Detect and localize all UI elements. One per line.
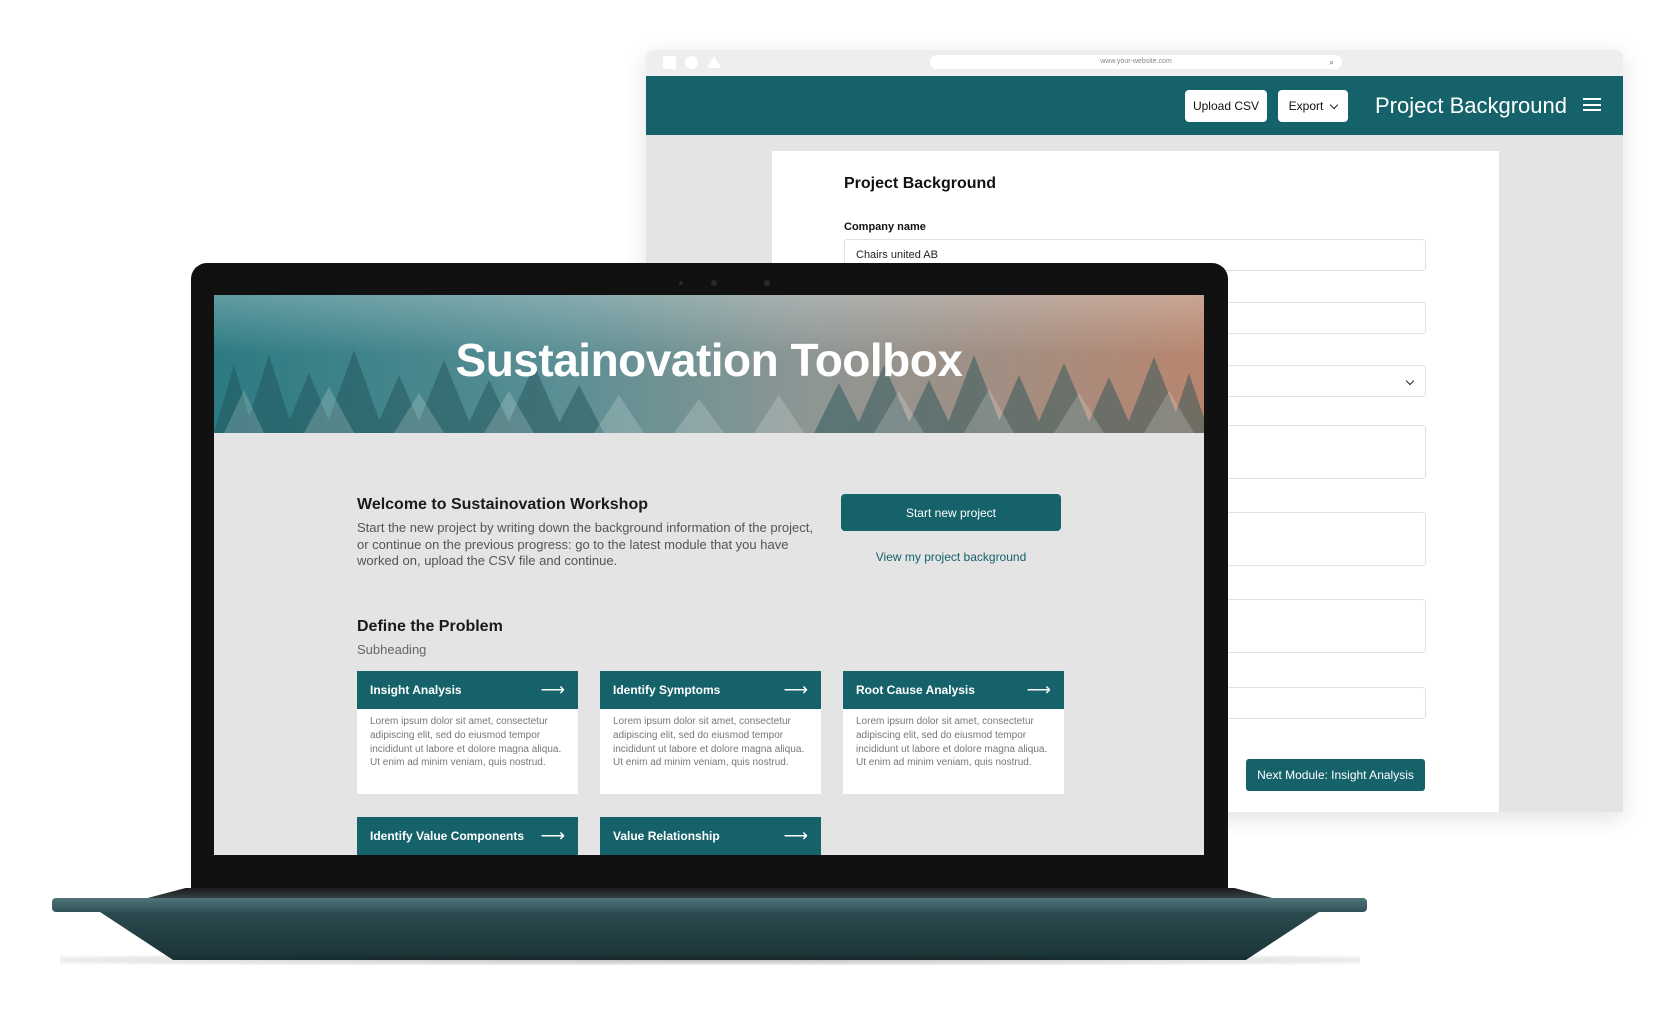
- module-title: Identify Value Components: [370, 829, 525, 843]
- search-icon[interactable]: ⌕: [1329, 55, 1334, 69]
- module-title: Identify Symptoms: [613, 683, 721, 697]
- start-new-project-button[interactable]: Start new project: [841, 494, 1061, 531]
- module-header[interactable]: Insight Analysis ⟶: [357, 671, 578, 709]
- welcome-title: Welcome to Sustainovation Workshop: [357, 496, 648, 513]
- arrow-right-icon: ⟶: [540, 826, 565, 845]
- module-title: Insight Analysis: [370, 683, 462, 697]
- chevron-down-icon: [1405, 376, 1415, 386]
- module-card-identify-symptoms[interactable]: Identify Symptoms ⟶ Lorem ipsum dolor si…: [600, 671, 821, 794]
- module-title: Root Cause Analysis: [856, 683, 975, 697]
- next-module-button[interactable]: Next Module: Insight Analysis: [1246, 759, 1425, 791]
- laptop-shadow: [60, 955, 1360, 965]
- header-title: Project Background: [1375, 93, 1567, 118]
- arrow-right-icon: ⟶: [1026, 680, 1051, 699]
- module-header[interactable]: Root Cause Analysis ⟶: [843, 671, 1064, 709]
- upload-csv-label: Upload CSV: [1192, 99, 1260, 113]
- next-module-label: Next Module: Insight Analysis: [1257, 768, 1414, 782]
- upload-csv-button[interactable]: Upload CSV: [1185, 90, 1267, 122]
- module-description: Lorem ipsum dolor sit amet, consectetur …: [370, 716, 562, 769]
- module-card-root-cause-analysis[interactable]: Root Cause Analysis ⟶ Lorem ipsum dolor …: [843, 671, 1064, 794]
- square-icon: [663, 56, 676, 69]
- chevron-down-icon: [1330, 100, 1339, 109]
- hero-title: Sustainovation Toolbox: [455, 334, 963, 386]
- export-dropdown[interactable]: Export: [1278, 90, 1348, 122]
- arrow-right-icon: ⟶: [540, 680, 565, 699]
- circle-icon: [685, 56, 698, 69]
- module-header[interactable]: Identify Value Components ⟶: [357, 817, 578, 855]
- hero-banner: Sustainovation Toolbox: [214, 295, 1204, 433]
- laptop-underside: [100, 912, 1319, 960]
- menu-icon[interactable]: [1583, 98, 1601, 111]
- export-label: Export: [1288, 99, 1324, 113]
- module-header[interactable]: Identify Symptoms ⟶: [600, 671, 821, 709]
- laptop-screen: Sustainovation Toolbox Welcome to Sustai…: [214, 295, 1204, 855]
- section-title: Define the Problem: [357, 618, 503, 635]
- start-new-project-label: Start new project: [905, 505, 997, 520]
- camera-icon: [679, 281, 683, 285]
- module-card-identify-value-components[interactable]: Identify Value Components ⟶: [357, 817, 578, 855]
- app-header: Upload CSV Export Project Background: [646, 76, 1623, 135]
- url-text: www.your-website.com: [1100, 58, 1172, 65]
- module-description: Lorem ipsum dolor sit amet, consectetur …: [856, 716, 1048, 769]
- welcome-text: Start the new project by writing down th…: [357, 520, 813, 568]
- section-subheading: Subheading: [357, 642, 427, 657]
- module-card-insight-analysis[interactable]: Insight Analysis ⟶ Lorem ipsum dolor sit…: [357, 671, 578, 794]
- view-project-background-link[interactable]: View my project background: [841, 550, 1061, 564]
- company-name-value: Chairs united AB: [856, 249, 938, 261]
- module-description: Lorem ipsum dolor sit amet, consectetur …: [613, 716, 805, 769]
- module-card-value-relationship[interactable]: Value Relationship ⟶: [600, 817, 821, 855]
- url-bar[interactable]: www.your-website.com ⌕: [930, 55, 1342, 69]
- camera-icon: [764, 280, 770, 286]
- camera-icon: [711, 280, 717, 286]
- mockup-stage: www.your-website.com ⌕ Upload CSV Export…: [0, 0, 1672, 1029]
- browser-chrome: www.your-website.com ⌕: [646, 50, 1623, 76]
- company-name-label: Company name: [844, 221, 926, 233]
- laptop-base: [52, 898, 1367, 912]
- module-header[interactable]: Value Relationship ⟶: [600, 817, 821, 855]
- triangle-icon: [707, 56, 721, 68]
- arrow-right-icon: ⟶: [783, 680, 808, 699]
- form-title: Project Background: [844, 175, 997, 192]
- module-title: Value Relationship: [613, 829, 720, 843]
- arrow-right-icon: ⟶: [783, 826, 808, 845]
